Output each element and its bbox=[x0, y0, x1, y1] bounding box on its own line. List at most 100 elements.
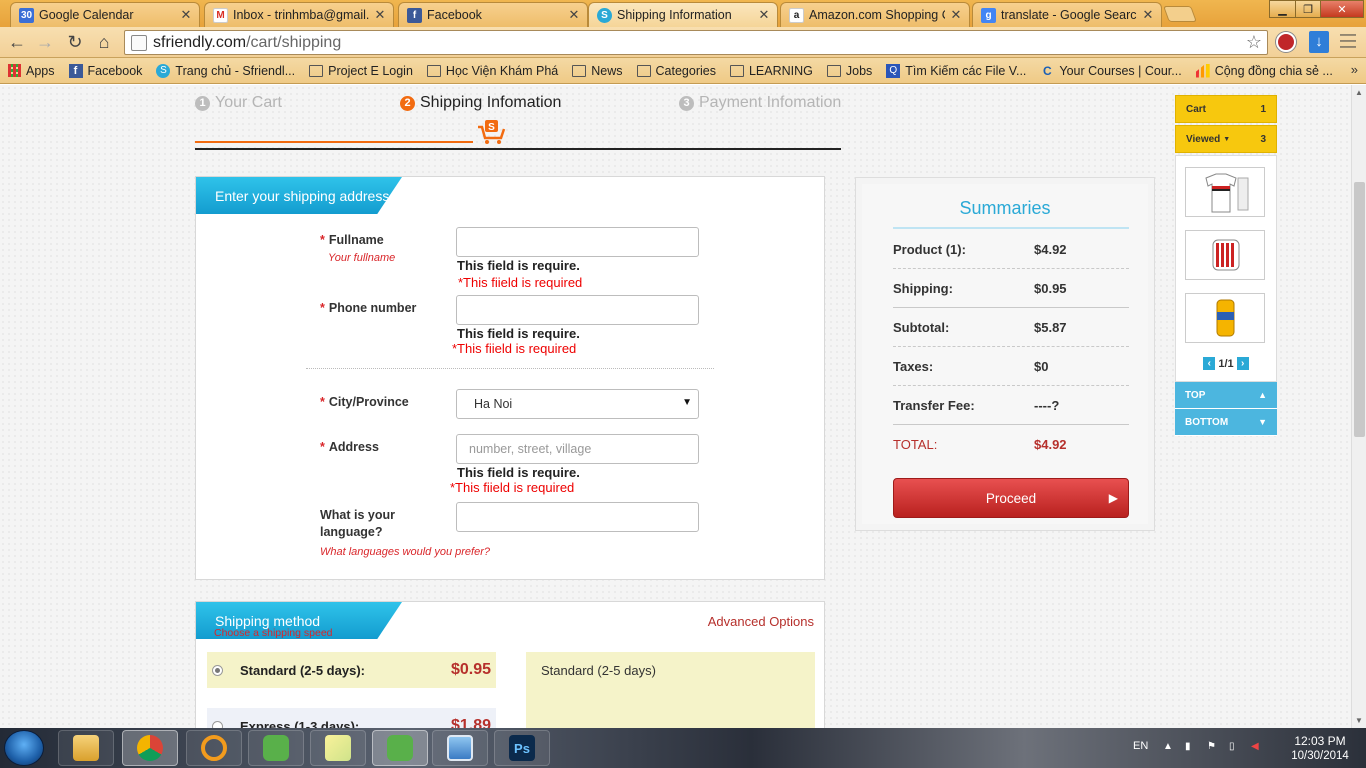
sticky-notes-icon bbox=[325, 735, 351, 761]
step-your-cart[interactable]: 1 Your Cart bbox=[195, 94, 282, 112]
phone-input[interactable] bbox=[456, 295, 699, 325]
address-bar[interactable]: sfriendly.com/cart/shipping ☆ bbox=[124, 30, 1268, 55]
start-button[interactable] bbox=[4, 730, 44, 766]
taskbar-explorer[interactable] bbox=[58, 730, 114, 766]
minimize-button[interactable]: ▁ bbox=[1269, 0, 1296, 18]
language-input[interactable] bbox=[456, 502, 699, 532]
signal-icon[interactable]: ▮ bbox=[1185, 741, 1197, 753]
restore-button[interactable]: ❐ bbox=[1295, 0, 1321, 18]
adblock-icon[interactable] bbox=[1276, 32, 1296, 52]
taskbar: Ps EN ▲ ▮ ⚑ ▯ ◀ 12:03 PM 10/30/2014 bbox=[0, 728, 1366, 768]
menu-icon[interactable]: — — — bbox=[1340, 27, 1358, 55]
new-tab-button[interactable] bbox=[1163, 6, 1197, 22]
top-label: TOP bbox=[1185, 389, 1206, 401]
address-label: * Address bbox=[320, 440, 379, 454]
bookmark-cong-dong[interactable]: Cộng đồng chia sẻ ... bbox=[1195, 63, 1333, 78]
download-icon[interactable]: ↓ bbox=[1309, 31, 1329, 53]
taskbar-photoshop[interactable]: Ps bbox=[494, 730, 550, 766]
tab-strip: 30 Google Calendar ✕ M Inbox - trinhmba@… bbox=[0, 0, 1366, 27]
bookmark-label: LEARNING bbox=[748, 63, 813, 78]
tab-shipping-information[interactable]: S Shipping Information ✕ bbox=[588, 2, 778, 27]
taskbar-app-orange[interactable] bbox=[186, 730, 242, 766]
language-label-line2: language? bbox=[320, 525, 383, 539]
tab-google-calendar[interactable]: 30 Google Calendar ✕ bbox=[10, 2, 200, 27]
tab-amazon[interactable]: a Amazon.com Shopping C ✕ bbox=[780, 2, 970, 27]
fullname-input[interactable] bbox=[456, 227, 699, 257]
chevron-right-icon[interactable]: › bbox=[1236, 357, 1249, 370]
bookmark-label: Your Courses | Cour... bbox=[1059, 63, 1182, 78]
language-label-line1: What is your bbox=[320, 508, 396, 522]
close-icon[interactable]: ✕ bbox=[757, 7, 771, 23]
shipping-subtitle: Choose a shipping speed bbox=[214, 627, 333, 639]
forward-icon[interactable]: → bbox=[34, 31, 56, 53]
tab-label: translate - Google Search bbox=[1001, 8, 1137, 22]
scrollbar-thumb[interactable] bbox=[1354, 182, 1365, 437]
shipping-option-standard[interactable]: Standard (2-5 days): $0.95 bbox=[207, 652, 496, 688]
advanced-options-link[interactable]: Advanced Options bbox=[708, 614, 814, 629]
product-thumbnail-drink-can[interactable] bbox=[1185, 293, 1265, 343]
city-select[interactable]: Ha Noi ▼ bbox=[456, 389, 699, 419]
folder-icon bbox=[572, 64, 587, 77]
widget-viewed-count: 3 bbox=[1260, 133, 1266, 145]
tab-google-search[interactable]: g translate - Google Search ✕ bbox=[972, 2, 1162, 27]
taskbar-evernote[interactable] bbox=[248, 730, 304, 766]
bookmark-apps[interactable]: Apps bbox=[8, 64, 55, 78]
volume-icon[interactable]: ◀ bbox=[1251, 741, 1263, 753]
show-hidden-icons-icon[interactable]: ▲ bbox=[1163, 741, 1175, 753]
taskbar-sticky-notes[interactable] bbox=[310, 730, 366, 766]
clock-time[interactable]: 12:03 PM bbox=[1280, 734, 1360, 748]
bookmark-coursera[interactable]: C Your Courses | Cour... bbox=[1040, 63, 1182, 78]
cart-badge-letter: S bbox=[488, 122, 495, 133]
product-thumbnail-jersey[interactable] bbox=[1185, 167, 1265, 217]
reload-icon[interactable]: ↻ bbox=[64, 31, 86, 53]
widget-viewed[interactable]: Viewed ▼ 3 bbox=[1175, 125, 1277, 153]
taskbar-evernote-2[interactable] bbox=[372, 730, 428, 766]
tab-label: Inbox - trinhmba@gmail.c bbox=[233, 8, 369, 22]
chevron-left-icon[interactable]: ‹ bbox=[1203, 357, 1216, 370]
bookmark-facebook[interactable]: f Facebook bbox=[68, 63, 142, 78]
battery-icon[interactable]: ▯ bbox=[1229, 741, 1241, 753]
scroll-down-icon[interactable]: ▼ bbox=[1355, 716, 1363, 725]
shipping-option-express[interactable]: Express (1-3 days): $1.89 bbox=[207, 708, 496, 728]
address-input[interactable]: number, street, village bbox=[456, 434, 699, 464]
close-icon[interactable]: ✕ bbox=[567, 7, 581, 23]
shipping-description: Standard (2-5 days) bbox=[526, 652, 815, 728]
close-icon[interactable]: ✕ bbox=[949, 7, 963, 23]
radio-unselected[interactable] bbox=[212, 720, 223, 728]
bookmark-project-e-login[interactable]: Project E Login bbox=[309, 64, 413, 78]
taskbar-chrome[interactable] bbox=[122, 730, 178, 766]
scroll-up-icon[interactable]: ▲ bbox=[1355, 88, 1363, 97]
back-icon[interactable]: ← bbox=[6, 31, 28, 53]
close-icon[interactable]: ✕ bbox=[373, 7, 387, 23]
bookmark-jobs[interactable]: Jobs bbox=[826, 64, 872, 78]
home-icon[interactable]: ⌂ bbox=[93, 31, 115, 53]
scroll-bottom-button[interactable]: BOTTOM ▼ bbox=[1175, 409, 1277, 436]
taskbar-photo-viewer[interactable] bbox=[432, 730, 488, 766]
product-thumbnail-striped-case[interactable] bbox=[1185, 230, 1265, 280]
widget-cart[interactable]: Cart 1 bbox=[1175, 95, 1277, 123]
ring-app-icon bbox=[201, 735, 227, 761]
radio-selected[interactable] bbox=[212, 664, 223, 676]
close-icon[interactable]: ✕ bbox=[1141, 7, 1155, 23]
bookmark-hoc-vien[interactable]: Học Viện Khám Phá bbox=[426, 64, 558, 78]
tab-gmail-inbox[interactable]: M Inbox - trinhmba@gmail.c ✕ bbox=[204, 2, 394, 27]
bookmark-news[interactable]: News bbox=[572, 64, 623, 78]
star-icon[interactable]: ☆ bbox=[1246, 32, 1262, 53]
bookmark-learning[interactable]: LEARNING bbox=[729, 63, 813, 78]
proceed-button[interactable]: Proceed ▶ bbox=[893, 478, 1129, 518]
close-window-button[interactable]: ✕ bbox=[1320, 0, 1364, 18]
bookmark-sfriendly[interactable]: S Trang chủ - Sfriendl... bbox=[156, 63, 295, 78]
page-scrollbar[interactable]: ▲ ▼ bbox=[1351, 85, 1366, 728]
bookmark-label: Project E Login bbox=[328, 63, 413, 78]
bookmarks-overflow-icon[interactable]: » bbox=[1351, 62, 1358, 77]
scroll-top-button[interactable]: TOP ▲ bbox=[1175, 382, 1277, 409]
viewed-products: ‹ 1/1 › bbox=[1175, 155, 1277, 382]
clock-date[interactable]: 10/30/2014 bbox=[1280, 750, 1360, 762]
language-indicator[interactable]: EN bbox=[1133, 740, 1148, 752]
close-icon[interactable]: ✕ bbox=[179, 7, 193, 23]
bookmark-categories[interactable]: Categories bbox=[636, 64, 716, 78]
google-icon: g bbox=[981, 7, 996, 23]
tab-facebook[interactable]: f Facebook ✕ bbox=[398, 2, 588, 27]
flag-icon[interactable]: ⚑ bbox=[1207, 741, 1219, 753]
bookmark-tim-kiem[interactable]: Q Tìm Kiếm các File V... bbox=[886, 63, 1026, 78]
